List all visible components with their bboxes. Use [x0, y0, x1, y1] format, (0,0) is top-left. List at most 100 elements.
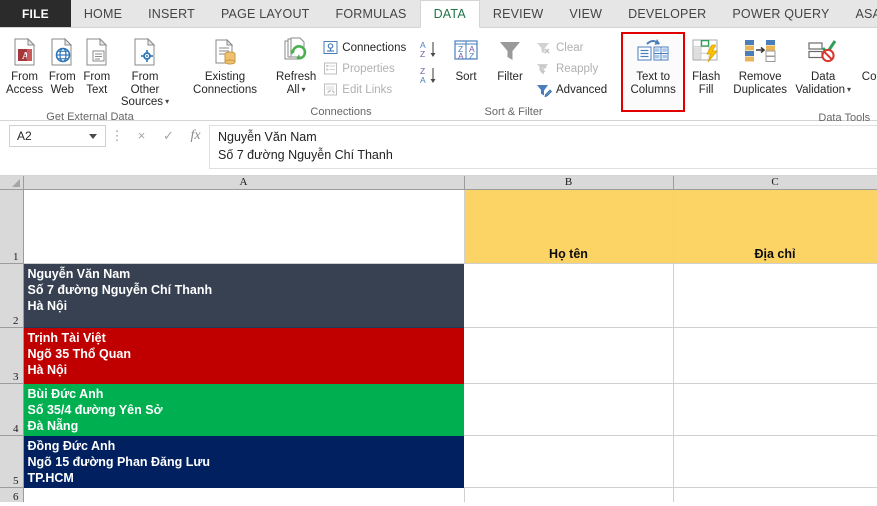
tab-page-layout[interactable]: PAGE LAYOUT — [208, 0, 323, 27]
sort-button[interactable]: Z A A Z Sort — [444, 33, 488, 84]
from-web-button[interactable]: From Web — [45, 33, 79, 96]
filter-small-buttons: Clear Reapply — [532, 33, 611, 100]
tab-file[interactable]: FILE — [0, 0, 71, 27]
cell-c6[interactable] — [673, 488, 877, 503]
refresh-all-button[interactable]: Refresh All▾ — [274, 33, 318, 97]
group-label-connections: Connections — [270, 105, 412, 120]
existing-connections-label-2: Connections — [193, 84, 257, 97]
cell-b3[interactable] — [464, 328, 673, 384]
text-to-columns-button[interactable]: Text to Columns — [622, 33, 684, 111]
from-text-icon — [83, 36, 111, 68]
cell-c4[interactable] — [673, 384, 877, 436]
chevron-down-icon-namebox[interactable] — [89, 134, 97, 139]
sort-ascending-button[interactable]: A Z — [419, 37, 441, 63]
row-header-1[interactable]: 1 — [0, 190, 23, 264]
from-web-label-1: From — [49, 71, 76, 84]
data-validation-label-2: Validation▾ — [795, 84, 851, 98]
from-text-label-1: From — [83, 71, 110, 84]
flash-fill-button[interactable]: Flash Fill — [684, 33, 728, 96]
cell-a3[interactable]: Trịnh Tài Việt Ngõ 35 Thổ Quan Hà Nội — [23, 328, 464, 384]
tab-home[interactable]: HOME — [71, 0, 135, 27]
connections-button[interactable]: Connections — [318, 37, 410, 58]
from-text-button[interactable]: From Text — [80, 33, 114, 96]
table-row: 3 Trịnh Tài Việt Ngõ 35 Thổ Quan Hà Nội — [0, 328, 877, 384]
tab-insert[interactable]: INSERT — [135, 0, 208, 27]
consolidate-button[interactable]: Co — [854, 33, 877, 84]
remove-duplicates-label-1: Remove — [739, 71, 782, 84]
from-other-sources-label-1: From Other — [118, 71, 172, 96]
advanced-filter-button[interactable]: Advanced — [532, 79, 611, 100]
row-header-4[interactable]: 4 — [0, 384, 23, 436]
tab-developer[interactable]: DEVELOPER — [615, 0, 719, 27]
column-header-b[interactable]: B — [464, 176, 673, 190]
clear-filter-button: Clear — [532, 37, 611, 58]
from-other-sources-button[interactable]: From Other Sources▾ — [114, 33, 176, 110]
chevron-down-icon-refresh[interactable]: ▾ — [302, 85, 306, 94]
connections-label: Connections — [342, 42, 406, 54]
cell-a6[interactable] — [23, 488, 464, 503]
tab-data[interactable]: DATA — [420, 0, 480, 28]
cell-c1[interactable]: Địa chỉ — [673, 190, 877, 264]
cell-b1[interactable]: Họ tên — [464, 190, 673, 264]
reapply-icon — [536, 61, 552, 77]
column-header-row: A B C — [0, 176, 877, 190]
chevron-down-icon-validation[interactable]: ▾ — [847, 85, 851, 94]
from-other-sources-label-text: Sources — [121, 96, 163, 108]
tab-review[interactable]: REVIEW — [480, 0, 557, 27]
properties-icon — [322, 61, 338, 77]
from-access-button[interactable]: A From Access — [4, 33, 45, 96]
edit-links-icon — [322, 82, 338, 98]
formula-line-2: Số 7 đường Nguyễn Chí Thanh — [218, 146, 877, 164]
refresh-all-label-text: All — [287, 84, 300, 96]
cell-b2[interactable] — [464, 264, 673, 328]
remove-duplicates-button[interactable]: Remove Duplicates — [728, 33, 792, 96]
cell-a2[interactable]: Nguyễn Văn Nam Số 7 đường Nguyễn Chí Tha… — [23, 264, 464, 328]
text-to-columns-label-2: Columns — [630, 84, 675, 97]
insert-function-icon[interactable]: fx — [182, 125, 209, 147]
cell-a1[interactable] — [23, 190, 464, 264]
row-header-6[interactable]: 6 — [0, 488, 23, 503]
cell-c3[interactable] — [673, 328, 877, 384]
tab-power-query[interactable]: POWER QUERY — [719, 0, 842, 27]
tab-view[interactable]: VIEW — [556, 0, 615, 27]
existing-connections-button[interactable]: Existing Connections — [184, 33, 266, 96]
cell-c5[interactable] — [673, 436, 877, 488]
data-validation-icon — [806, 36, 840, 68]
data-validation-button[interactable]: Data Validation▾ — [792, 33, 854, 97]
name-box-value: A2 — [17, 129, 32, 143]
existing-connections-label-1: Existing — [205, 71, 245, 84]
cell-a5[interactable]: Đồng Đức Anh Ngõ 15 đường Phan Đăng Lưu … — [23, 436, 464, 488]
cell-b5[interactable] — [464, 436, 673, 488]
column-header-c[interactable]: C — [673, 176, 877, 190]
row-header-3[interactable]: 3 — [0, 328, 23, 384]
tab-asap-utilities[interactable]: ASAP Utilities — [842, 0, 877, 27]
edit-links-button: Edit Links — [318, 79, 410, 100]
row-header-5[interactable]: 5 — [0, 436, 23, 488]
formula-input[interactable]: Nguyễn Văn Nam Số 7 đường Nguyễn Chí Tha… — [209, 125, 877, 169]
cell-c2[interactable] — [673, 264, 877, 328]
text-to-columns-icon — [635, 36, 671, 68]
chevron-down-icon[interactable]: ▾ — [165, 97, 169, 106]
reapply-label: Reapply — [556, 63, 598, 75]
cancel-icon[interactable]: × — [128, 125, 155, 147]
column-header-a[interactable]: A — [23, 176, 464, 190]
row-header-2[interactable]: 2 — [0, 264, 23, 328]
filter-label: Filter — [497, 71, 523, 84]
spreadsheet-grid: A B C 1 Họ tên Địa chỉ 2 Nguyễn Văn Nam … — [0, 176, 877, 502]
cell-a4[interactable]: Bùi Đức Anh Số 35/4 đường Yên Sở Đà Nẵng — [23, 384, 464, 436]
from-access-label-2: Access — [6, 84, 43, 97]
group-label-sort-filter: Sort & Filter — [412, 105, 615, 120]
connections-small-buttons: Connections Properties — [318, 33, 410, 100]
ribbon-tab-bar: FILE HOME INSERT PAGE LAYOUT FORMULAS DA… — [0, 0, 877, 28]
cell-b4[interactable] — [464, 384, 673, 436]
formula-bar-grip[interactable]: ⋮ — [106, 125, 128, 147]
table-row: 4 Bùi Đức Anh Số 35/4 đường Yên Sở Đà Nẵ… — [0, 384, 877, 436]
confirm-icon[interactable]: ✓ — [155, 125, 182, 147]
cell-b6[interactable] — [464, 488, 673, 503]
filter-button[interactable]: Filter — [488, 33, 532, 84]
select-all-corner[interactable] — [0, 176, 23, 190]
sort-descending-button[interactable]: Z A — [419, 63, 441, 89]
ribbon-data-tab-content: A From Access — [0, 28, 877, 121]
name-box[interactable]: A2 — [9, 125, 106, 147]
tab-formulas[interactable]: FORMULAS — [323, 0, 420, 27]
